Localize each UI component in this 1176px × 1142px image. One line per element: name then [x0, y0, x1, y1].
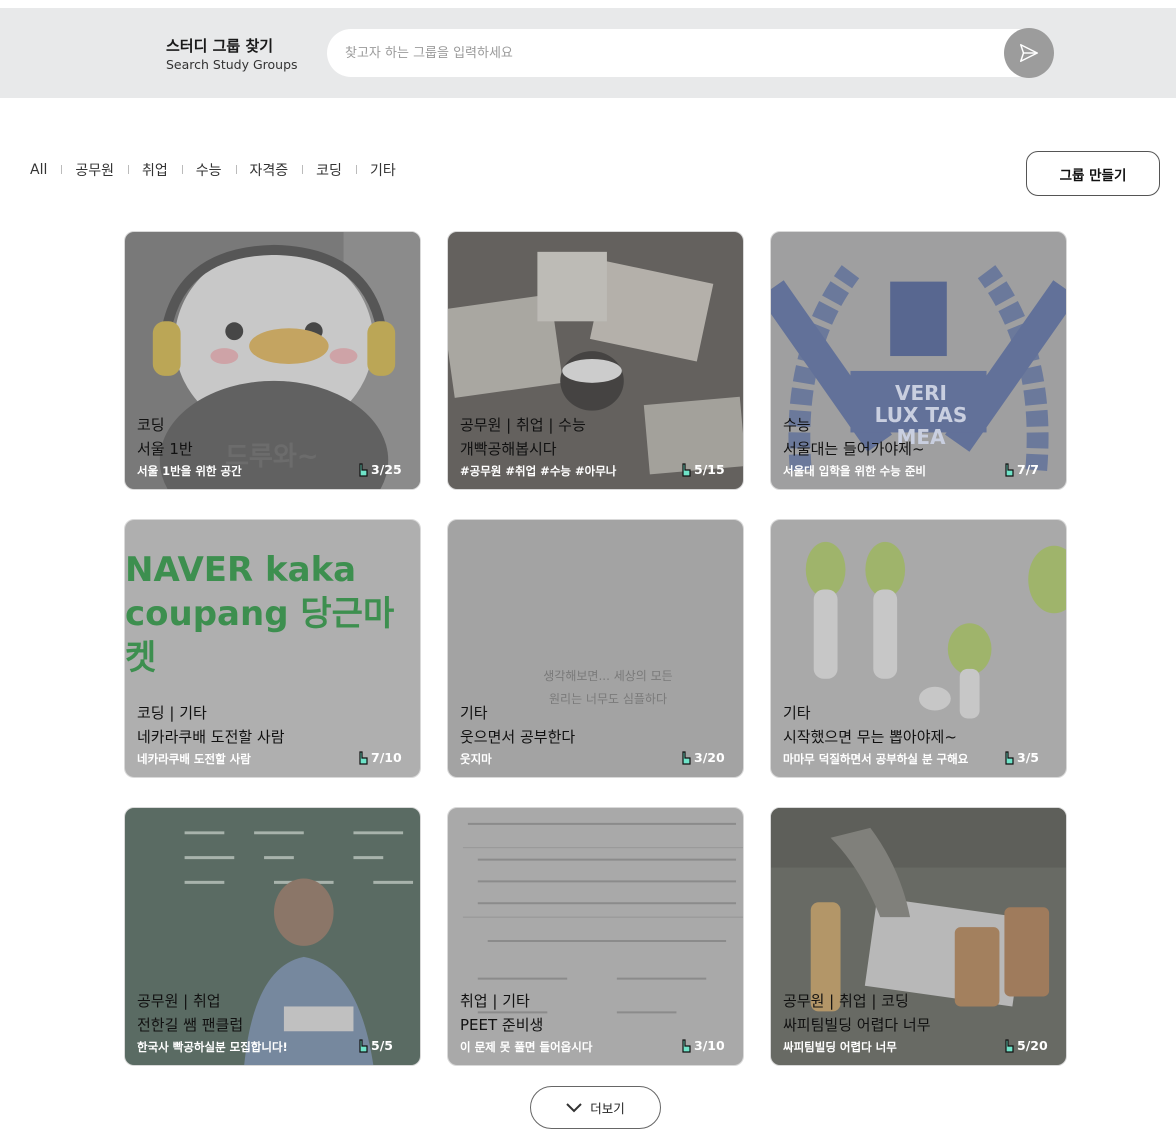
card-title: 서울 1반	[137, 440, 193, 458]
card-description: 네카라쿠배 도전할 사람	[137, 752, 251, 766]
card-description: #공무원 #취업 #수능 #아무나	[460, 464, 617, 478]
member-count-value: 3/25	[371, 462, 402, 477]
filter-coding[interactable]: 코딩	[302, 160, 356, 180]
group-card[interactable]: 생각해보면... 세상의 모든 원리는 너무도 심플하다 기타 웃으면서 공부한…	[447, 519, 744, 778]
filter-etc[interactable]: 기타	[355, 160, 410, 180]
member-count-value: 5/5	[371, 1038, 393, 1053]
filter-suneung[interactable]: 수능	[181, 160, 236, 180]
filter-civil-service[interactable]: 공무원	[61, 160, 128, 180]
group-card[interactable]: 공무원 | 취업 | 수능 개빡공해봅시다 #공무원 #취업 #수능 #아무나 …	[447, 231, 744, 490]
member-count: 3/10	[680, 1038, 725, 1053]
hand-icon	[682, 462, 691, 477]
member-count-value: 5/20	[1017, 1038, 1048, 1053]
card-title: 싸피팀빌딩 어렵다 너무	[783, 1016, 931, 1034]
member-count: 5/20	[1003, 1038, 1048, 1053]
card-title: 서울대는 들어가야제~	[783, 440, 925, 458]
member-count: 5/15	[680, 462, 725, 477]
hand-icon	[359, 462, 368, 477]
hand-icon	[359, 1038, 368, 1053]
chevron-down-icon	[566, 1102, 582, 1112]
card-description: 서울대 입학을 위한 수능 준비	[783, 464, 926, 478]
search-box	[327, 28, 1054, 78]
card-title: 네카라쿠배 도전할 사람	[137, 728, 285, 746]
group-card[interactable]: 드루와~ 코딩 서울 1반 서울 1반을 위한 공간 3/25	[124, 231, 421, 490]
card-image-caption: NAVER kaka coupang 당근마켓	[125, 550, 395, 678]
group-card[interactable]: NAVER kaka coupang 당근마켓 코딩 | 기타 네카라쿠배 도전…	[124, 519, 421, 778]
hand-icon	[359, 750, 368, 765]
card-description: 싸피팀빌딩 어렵다 너무	[783, 1040, 897, 1054]
category-filter-bar: All 공무원 취업 수능 자격증 코딩 기타	[30, 160, 410, 180]
member-count-value: 3/10	[694, 1038, 725, 1053]
page-title: 스터디 그룹 찾기	[166, 37, 274, 55]
create-group-button[interactable]: 그룹 만들기	[1026, 151, 1160, 196]
search-input[interactable]	[345, 29, 985, 77]
load-more-button[interactable]: 더보기	[530, 1086, 661, 1129]
hand-icon	[1005, 750, 1014, 765]
group-card[interactable]: 취업 | 기타 PEET 준비생 이 문제 못 풀면 들어옵시다 3/10	[447, 807, 744, 1066]
card-category: 수능	[783, 416, 811, 434]
card-title: 웃으면서 공부한다	[460, 728, 576, 746]
card-title: 전한길 쌤 팬클럽	[137, 1016, 244, 1034]
card-category: 취업 | 기타	[460, 992, 530, 1010]
card-description: 웃지마	[460, 752, 492, 766]
member-count-value: 5/15	[694, 462, 725, 477]
member-count: 3/25	[357, 462, 402, 477]
hand-icon	[1005, 462, 1014, 477]
member-count-value: 3/5	[1017, 750, 1039, 765]
hand-icon	[682, 750, 691, 765]
card-description: 한국사 빡공하실분 모집합니다!	[137, 1040, 288, 1054]
group-card[interactable]: 기타 시작했으면 무는 뽑아야제~ 마마무 덕질하면서 공부하실 분 구해요 3…	[770, 519, 1067, 778]
card-image-caption: 생각해보면... 세상의 모든 원리는 너무도 심플하다	[543, 669, 673, 706]
card-description: 이 문제 못 풀면 들어옵시다	[460, 1040, 593, 1054]
card-category: 코딩	[137, 416, 165, 434]
member-count: 3/5	[1003, 750, 1039, 765]
card-description: 마마무 덕질하면서 공부하실 분 구해요	[783, 752, 969, 766]
member-count: 3/20	[680, 750, 725, 765]
group-card[interactable]: 공무원 | 취업 | 코딩 싸피팀빌딩 어렵다 너무 싸피팀빌딩 어렵다 너무 …	[770, 807, 1067, 1066]
member-count: 5/5	[357, 1038, 393, 1053]
card-category: 공무원 | 취업	[137, 992, 221, 1010]
group-card[interactable]: 공무원 | 취업 전한길 쌤 팬클럽 한국사 빡공하실분 모집합니다! 5/5	[124, 807, 421, 1066]
member-count: 7/10	[357, 750, 402, 765]
member-count: 7/7	[1003, 462, 1039, 477]
card-title: 시작했으면 무는 뽑아야제~	[783, 728, 957, 746]
card-category: 공무원 | 취업 | 코딩	[783, 992, 909, 1010]
card-category: 기타	[460, 704, 488, 722]
filter-certificate[interactable]: 자격증	[235, 160, 303, 180]
filter-all[interactable]: All	[30, 162, 61, 178]
group-card[interactable]: VERI LUX TAS MEA 수능 서울대는 들어가야제~ 서울대 입학을 …	[770, 231, 1067, 490]
filter-employment[interactable]: 취업	[128, 160, 182, 180]
hand-icon	[682, 1038, 691, 1053]
member-count-value: 7/7	[1017, 462, 1039, 477]
card-title: 개빡공해봅시다	[460, 440, 557, 458]
card-title: PEET 준비생	[460, 1016, 544, 1034]
card-description: 서울 1반을 위한 공간	[137, 464, 242, 478]
card-category: 코딩 | 기타	[137, 704, 207, 722]
member-count-value: 3/20	[694, 750, 725, 765]
search-button[interactable]	[1004, 28, 1054, 78]
send-icon	[1020, 44, 1038, 62]
load-more-label: 더보기	[590, 1101, 625, 1116]
page-subtitle: Search Study Groups	[166, 57, 298, 72]
member-count-value: 7/10	[371, 750, 402, 765]
card-category: 공무원 | 취업 | 수능	[460, 416, 586, 434]
card-category: 기타	[783, 704, 811, 722]
hand-icon	[1005, 1038, 1014, 1053]
header-bar: 스터디 그룹 찾기 Search Study Groups	[0, 8, 1176, 98]
